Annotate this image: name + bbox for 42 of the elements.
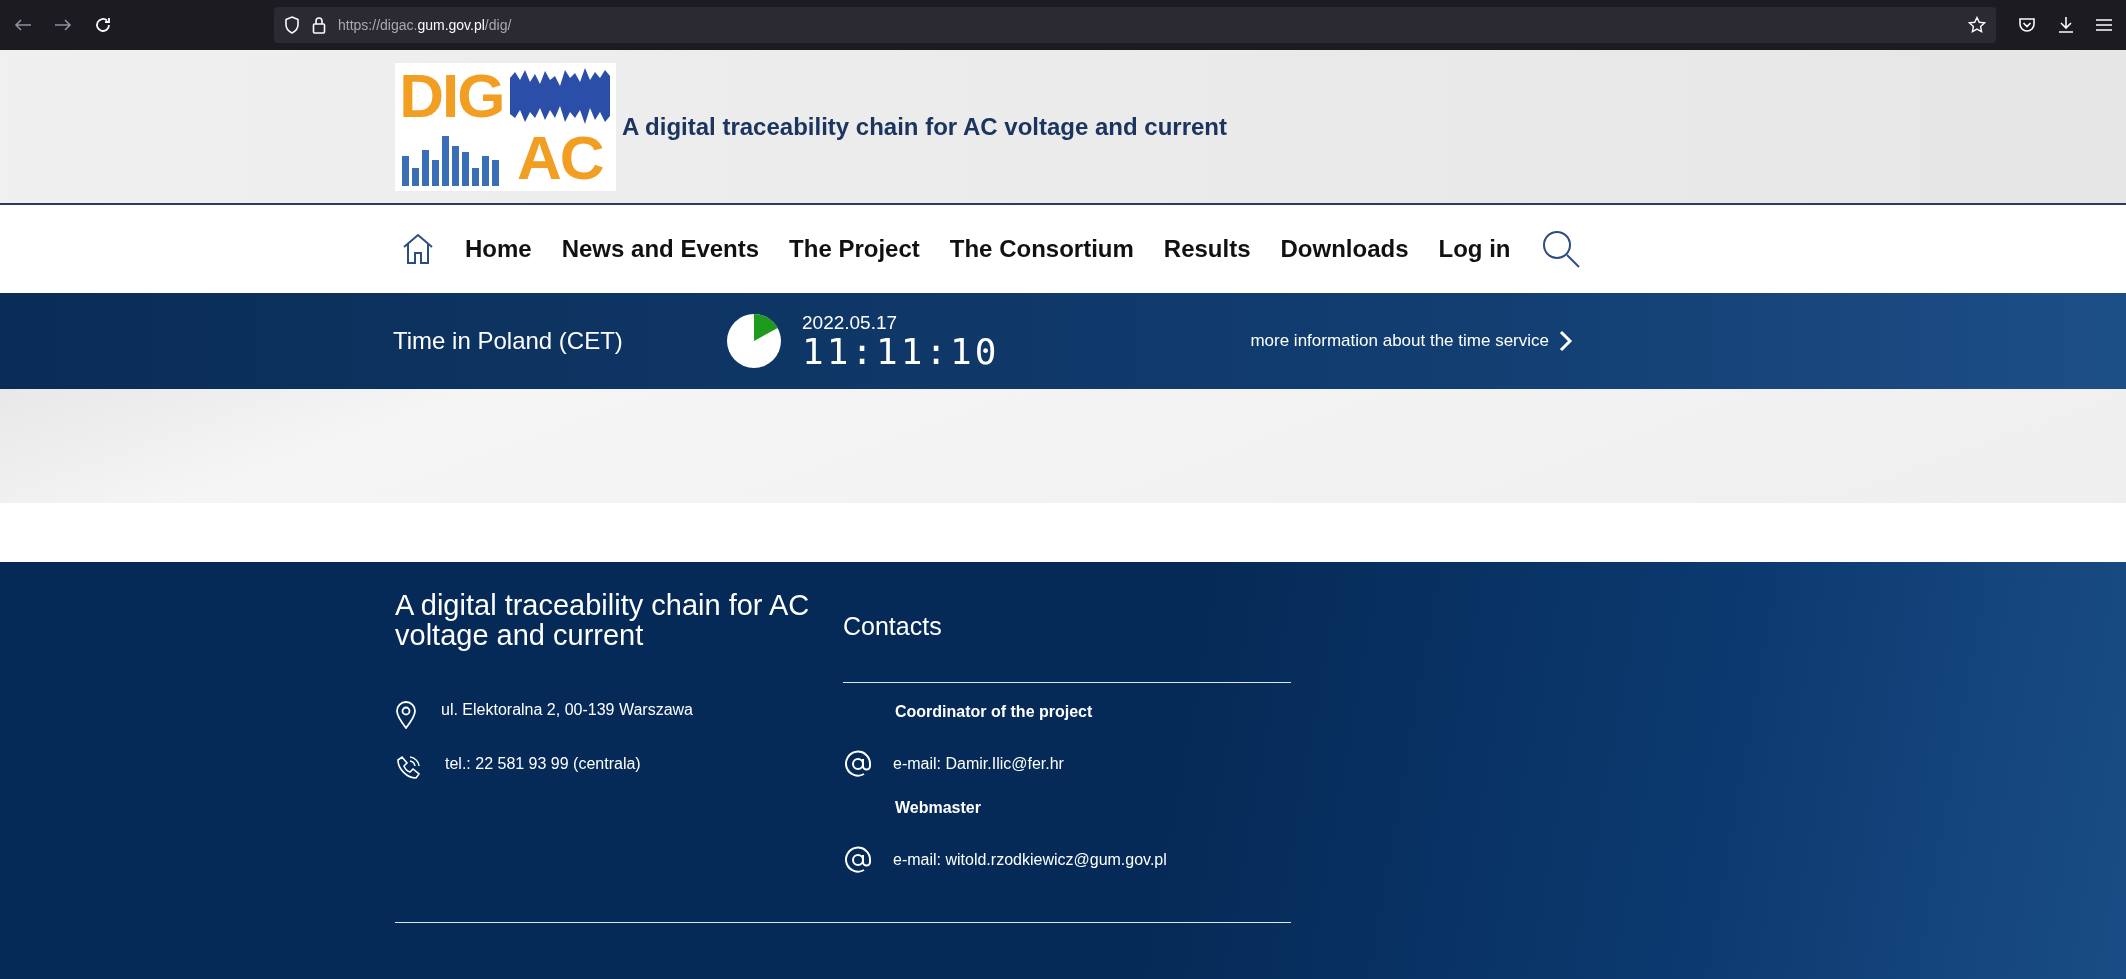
address-bar[interactable]: https://digac.gum.gov.pl/dig/	[274, 7, 1996, 43]
home-icon[interactable]	[401, 232, 435, 266]
footer-title: A digital traceability chain for AC voltage and current	[395, 590, 811, 651]
site-title: A digital traceability chain for AC voltage and current	[622, 112, 1227, 141]
url-text: https://digac.gum.gov.pl/dig/	[338, 17, 513, 33]
nav-link[interactable]: News and Events	[561, 235, 760, 263]
at-sign-icon	[843, 845, 873, 875]
menu-icon[interactable]	[2096, 18, 2112, 32]
shield-icon[interactable]	[284, 16, 300, 34]
date-text: 2022.05.17	[802, 312, 899, 334]
star-icon[interactable]	[1968, 16, 1986, 34]
lock-icon[interactable]	[312, 16, 326, 34]
contact-role: Coordinator of the project	[895, 703, 1094, 721]
contact-role: Webmaster	[895, 799, 982, 817]
waveform-icon	[509, 67, 610, 124]
email-text[interactable]: e-mail: witold.rzodkiewicz@gum.gov.pl	[893, 851, 1167, 869]
download-icon[interactable]	[2058, 16, 2074, 34]
nav-link[interactable]: The Consortium	[949, 235, 1134, 263]
back-icon[interactable]	[14, 18, 32, 32]
logo-text: AC	[516, 126, 603, 189]
phone-icon	[395, 754, 421, 781]
contacts-heading: Contacts	[843, 590, 1291, 683]
time-service-link[interactable]: more information about the time service	[1250, 330, 1573, 352]
chevron-icon	[1559, 330, 1573, 352]
search-icon[interactable]	[1540, 229, 1581, 269]
nav-link[interactable]: The Project	[789, 235, 920, 263]
email-text[interactable]: e-mail: Damir.Ilic@fer.hr	[893, 755, 1064, 773]
pie-clock-icon	[726, 313, 782, 369]
logo-text: DIG	[399, 64, 504, 127]
pocket-icon[interactable]	[2018, 17, 2036, 33]
phone-text: tel.: 22 581 93 99 (centrala)	[445, 754, 641, 773]
address-text: ul. Elektoralna 2, 00-139 Warszawa	[441, 700, 693, 719]
at-sign-icon	[843, 749, 873, 779]
time-label: Time in Poland (CET)	[393, 327, 624, 355]
nav-link[interactable]: Results	[1163, 235, 1251, 263]
reload-icon[interactable]	[94, 16, 112, 34]
forward-icon[interactable]	[54, 18, 72, 32]
clock-time: 11:11:10	[802, 334, 1000, 370]
nav-link[interactable]: Log in	[1438, 235, 1511, 263]
nav-link[interactable]: Home	[465, 235, 532, 263]
location-pin-icon	[395, 700, 417, 729]
nav-link[interactable]: Downloads	[1280, 235, 1409, 263]
